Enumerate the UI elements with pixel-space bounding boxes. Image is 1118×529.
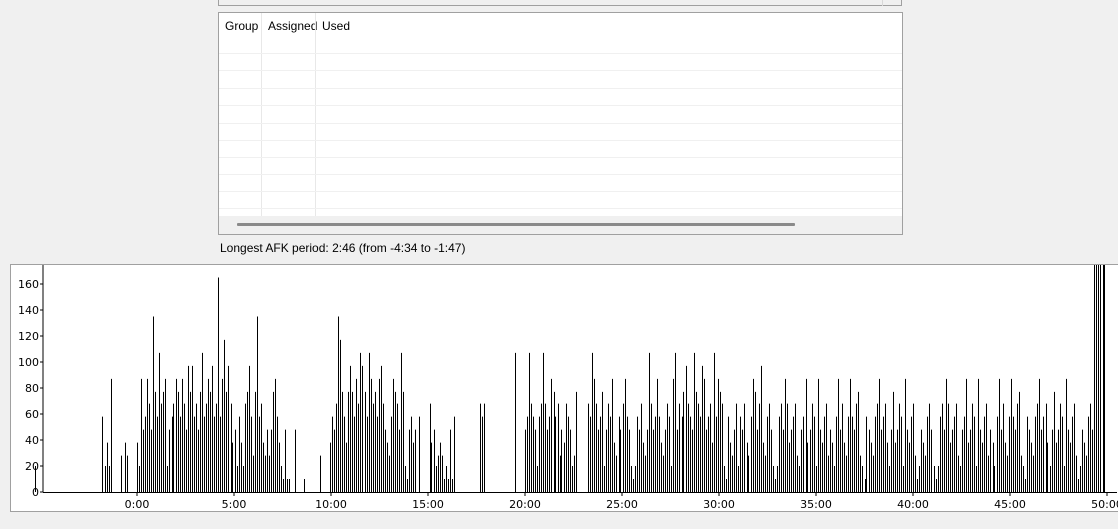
x-tick-label: 10:00 (315, 498, 347, 511)
column-header-used[interactable]: Used (316, 13, 396, 35)
x-tick-label: 35:00 (800, 498, 832, 511)
row-line (219, 157, 902, 158)
upper-panel-scroll-edge (882, 0, 883, 6)
row-line (219, 174, 902, 175)
x-tick-label: 40:00 (897, 498, 929, 511)
x-tick-label: 5:00 (222, 498, 247, 511)
longest-afk-label: Longest AFK period: 2:46 (from -4:34 to … (220, 241, 466, 255)
y-tick-label: 40 (25, 434, 39, 447)
x-tick-label: 45:00 (994, 498, 1026, 511)
y-tick-label: 100 (18, 356, 39, 369)
column-header-group[interactable]: Group (219, 13, 262, 35)
column-divider (261, 13, 262, 216)
x-tick-label: 0:00 (125, 498, 150, 511)
y-tick-label: 160 (18, 278, 39, 291)
row-line (219, 191, 902, 192)
horizontal-scrollbar[interactable] (219, 216, 902, 234)
upper-panel-edge (218, 0, 902, 6)
row-line (219, 105, 902, 106)
column-header-assigned[interactable]: Assigned (262, 13, 317, 35)
row-line (219, 70, 902, 71)
x-tick-label: 15:00 (412, 498, 444, 511)
y-tick-label: 140 (18, 304, 39, 317)
row-line (219, 208, 902, 209)
table-header: Group Assigned Used (219, 13, 902, 35)
y-tick-label: 20 (25, 460, 39, 473)
horizontal-scrollbar-thumb[interactable] (237, 223, 795, 226)
row-line (219, 53, 902, 54)
column-divider (315, 13, 316, 216)
y-tick-label: 60 (25, 408, 39, 421)
row-line (219, 140, 902, 141)
x-tick-label: 25:00 (606, 498, 638, 511)
y-tick-label: 80 (25, 382, 39, 395)
activity-bar-chart: 0204060801001201401600:00 5:00 10:00 15:00 2… (18, 265, 1118, 511)
row-line (219, 123, 902, 124)
group-assignment-table[interactable]: Group Assigned Used (218, 12, 903, 235)
x-tick-label: 20:00 (509, 498, 541, 511)
y-tick-label: 120 (18, 330, 39, 343)
row-line (219, 88, 902, 89)
x-tick-label: 50:00 (1091, 498, 1118, 511)
activity-chart-panel: 0 20 40 60 80 100 120 140 160 0:00 5:00 10:00 15:00 2… (10, 264, 1118, 512)
x-tick-label: 30:00 (703, 498, 735, 511)
